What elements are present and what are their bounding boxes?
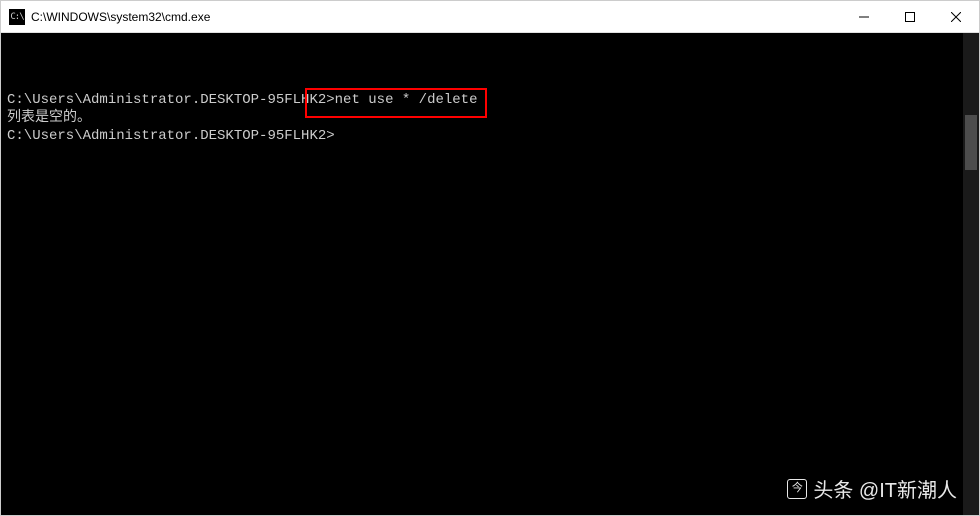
prompt: C:\Users\Administrator.DESKTOP-95FLHK2> — [7, 128, 335, 144]
terminal-line: C:\Users\Administrator.DESKTOP-95FLHK2> — [7, 127, 973, 145]
terminal-line: C:\Users\Administrator.DESKTOP-95FLHK2>n… — [7, 91, 973, 109]
terminal-output: 列表是空的。 — [7, 109, 973, 127]
titlebar[interactable]: C:\ C:\WINDOWS\system32\cmd.exe — [1, 1, 979, 33]
watermark-text: 头条 @IT新潮人 — [813, 474, 957, 503]
terminal-area[interactable]: C:\Users\Administrator.DESKTOP-95FLHK2>n… — [1, 33, 979, 515]
watermark: 今 头条 @IT新潮人 — [787, 474, 957, 503]
prompt: C:\Users\Administrator.DESKTOP-95FLHK2> — [7, 92, 335, 108]
window-title: C:\WINDOWS\system32\cmd.exe — [31, 10, 841, 24]
terminal-content: C:\Users\Administrator.DESKTOP-95FLHK2>n… — [1, 33, 979, 187]
window-controls — [841, 1, 979, 32]
close-button[interactable] — [933, 1, 979, 32]
cmd-icon: C:\ — [9, 9, 25, 25]
maximize-button[interactable] — [887, 1, 933, 32]
scrollbar[interactable] — [963, 33, 979, 515]
minimize-button[interactable] — [841, 1, 887, 32]
cmd-window: C:\ C:\WINDOWS\system32\cmd.exe C:\Users… — [0, 0, 980, 516]
watermark-icon: 今 — [787, 479, 807, 499]
command-text: net use * /delete — [335, 92, 478, 108]
scrollbar-thumb[interactable] — [965, 115, 977, 170]
